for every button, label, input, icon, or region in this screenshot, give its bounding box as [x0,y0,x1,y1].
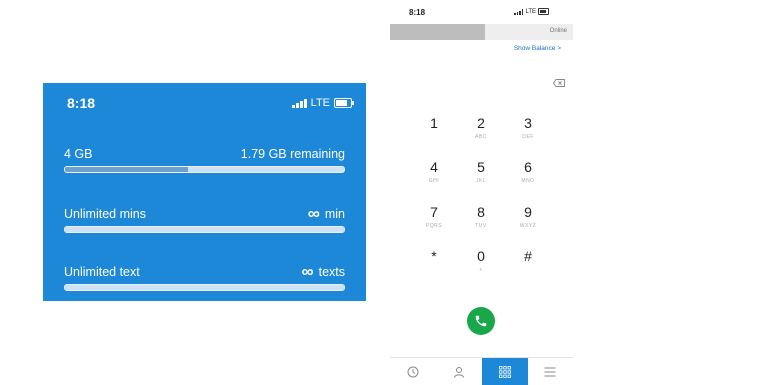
phone-network-label: LTE [525,8,536,15]
key-digit: 7 [430,204,438,220]
key-digit: 3 [524,115,532,131]
phone-icon [475,315,487,327]
usage-label: 4 GB [64,147,93,161]
key-letters: MNO [521,178,535,184]
account-status: Online [549,28,567,34]
usage-progress-bar [64,284,345,291]
keypad-key-0[interactable]: 0 + [461,248,501,278]
tab-keypad[interactable] [482,358,528,385]
tab-contacts[interactable] [436,358,482,385]
keypad-key-2[interactable]: 2 ABC [461,115,501,145]
usage-value: ∞ min [307,204,345,223]
key-digit: 4 [430,159,438,175]
keypad-key-star[interactable]: * [414,248,454,278]
keypad-key-1[interactable]: 1 [414,115,454,145]
keypad-key-6[interactable]: 6 MNO [508,159,548,189]
usage-label: Unlimited text [64,265,140,279]
usage-value: 1.79 GB remaining [241,147,345,161]
keypad-key-7[interactable]: 7 PQRS [414,204,454,234]
usage-value-text: min [324,207,345,221]
keypad-key-4[interactable]: 4 GHI [414,159,454,189]
card-status-time: 8:18 [67,95,96,111]
usage-row-data: 4 GB 1.79 GB remaining [64,143,345,179]
clock-icon [407,366,419,377]
key-digit: 0 [477,248,485,264]
signal-icon [514,8,524,15]
signal-icon [292,98,307,108]
key-digit: 6 [524,159,532,175]
usage-card: 8:18 LTE 4 GB 1.79 GB remaining Unlimite… [43,83,366,301]
show-balance-link[interactable]: Show Balance > [514,45,561,52]
usage-row-text: Unlimited text ∞ texts [64,261,345,297]
key-letters: DEF [522,134,534,140]
backspace-icon[interactable] [553,79,565,87]
key-digit: 8 [477,204,485,220]
infinity-icon: ∞ [301,262,314,281]
person-icon [454,366,464,378]
usage-progress-bar [64,226,345,233]
keypad-key-hash[interactable]: # [508,248,548,278]
usage-progress-bar [64,166,345,173]
infinity-icon: ∞ [307,204,320,223]
usage-value-text: 1.79 GB remaining [240,147,345,161]
account-bar: Online [390,24,573,40]
keypad-key-8[interactable]: 8 TUV [461,204,501,234]
key-digit: * [431,248,437,264]
key-letters: + [479,267,483,273]
call-button[interactable] [467,307,495,335]
usage-value: ∞ texts [301,262,345,281]
usage-progress-fill [65,167,188,172]
phone-status-time: 8:18 [409,8,426,17]
bottom-tab-bar [390,357,573,385]
redacted-account-name [390,24,485,40]
card-network-label: LTE [310,97,330,109]
key-digit: # [524,248,532,264]
key-digit: 5 [477,159,485,175]
key-letters: GHI [428,178,440,184]
battery-icon [538,8,549,15]
key-digit: 9 [524,204,532,220]
keypad-key-5[interactable]: 5 JKL [461,159,501,189]
tab-recents[interactable] [390,358,436,385]
battery-icon [334,98,354,108]
tab-menu[interactable] [527,358,573,385]
phone-dialer-screen: 8:18 LTE Online Show Balance > 1 2 ABC 3 D… [390,0,573,385]
key-letters: PQRS [425,223,443,229]
phone-status-bar: 8:18 LTE [390,0,573,22]
phone-status-indicators: LTE [514,8,549,15]
usage-progress-fill [65,285,344,290]
keypad-key-9[interactable]: 9 WXYZ [508,204,548,234]
card-status-indicators: LTE [292,97,354,109]
keypad-icon [499,365,511,378]
usage-progress-fill [65,227,344,232]
key-digit: 1 [430,115,438,131]
menu-icon [544,367,556,376]
key-letters: ABC [475,134,487,140]
usage-row-mins: Unlimited mins ∞ min [64,203,345,239]
card-status-bar: 8:18 LTE [43,83,366,123]
usage-value-text: texts [318,265,345,279]
usage-label: Unlimited mins [64,207,146,221]
key-letters: TUV [475,223,487,229]
key-letters: WXYZ [519,223,537,229]
key-letters: JKL [475,178,487,184]
keypad-key-3[interactable]: 3 DEF [508,115,548,145]
key-digit: 2 [477,115,485,131]
